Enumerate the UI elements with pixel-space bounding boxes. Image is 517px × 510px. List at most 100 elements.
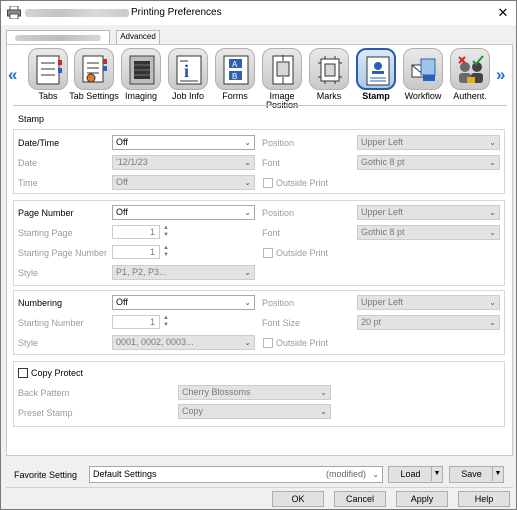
page-style-select[interactable]: P1, P2, P3... ⌄ <box>112 265 255 280</box>
nav-forms-button[interactable]: AB Forms <box>212 46 258 108</box>
chevron-down-icon: ⌄ <box>489 318 496 327</box>
nav-label-workflow: Workflow <box>404 91 442 101</box>
nav-tab-settings-button[interactable]: Tab Settings <box>69 46 119 108</box>
preset-stamp-label: Preset Stamp <box>18 408 73 418</box>
page-position-value: Upper Left <box>361 207 404 217</box>
chevron-down-icon: ⌄ <box>489 298 496 307</box>
time-label: Time <box>18 178 38 188</box>
nav-image-position-button[interactable]: Image Position <box>259 46 305 110</box>
workflow-icon <box>411 58 436 81</box>
chevron-down-icon: ⌄ <box>489 158 496 167</box>
chevron-down-icon: ⌄ <box>244 298 251 307</box>
nav-marks-button[interactable]: Marks <box>306 46 352 108</box>
tab-advanced[interactable]: Advanced <box>116 30 160 44</box>
favorite-setting-select[interactable]: Default Settings (modified) ⌄ <box>89 466 383 483</box>
apply-button[interactable]: Apply <box>396 491 448 507</box>
help-button[interactable]: Help <box>458 491 510 507</box>
favorite-setting-label: Favorite Setting <box>14 470 78 480</box>
redacted-tab-label <box>15 35 101 41</box>
chevron-right-double-icon[interactable]: » <box>496 65 505 85</box>
datetime-position-label: Position <box>262 138 295 148</box>
nav-authentication-button[interactable]: Authent. <box>447 46 493 108</box>
chevron-down-icon: ⌄ <box>244 138 251 147</box>
numbering-style-select[interactable]: 0001, 0002, 0003... ⌄ <box>112 335 255 350</box>
numbering-select[interactable]: Off ⌄ <box>112 295 255 310</box>
starting-page-stepper[interactable]: ▲ ▼ <box>161 225 171 239</box>
page-font-select[interactable]: Gothic 8 pt ⌄ <box>357 225 500 240</box>
copy-protect-label: Copy Protect <box>31 368 84 378</box>
nav-stamp-button[interactable]: Stamp <box>353 46 399 108</box>
numbering-position-select[interactable]: Upper Left ⌄ <box>357 295 500 310</box>
close-icon[interactable]: ✕ <box>494 4 512 22</box>
svg-text:i: i <box>184 61 189 81</box>
starting-number-stepper[interactable]: ▲ ▼ <box>161 315 171 329</box>
chevron-down-icon: ⌄ <box>489 208 496 217</box>
job-info-icon: i <box>176 55 202 85</box>
spin-up-icon: ▲ <box>163 245 169 251</box>
load-dropdown-icon[interactable]: ▼ <box>431 467 442 481</box>
nav-label-imaging: Imaging <box>124 91 158 101</box>
spin-up-icon: ▲ <box>163 225 169 231</box>
page-font-value: Gothic 8 pt <box>361 227 405 237</box>
nav-imaging-button[interactable]: Imaging <box>118 46 164 108</box>
page-number-select[interactable]: Off ⌄ <box>112 205 255 220</box>
page-font-label: Font <box>262 228 281 238</box>
datetime-font-select[interactable]: Gothic 8 pt ⌄ <box>357 155 500 170</box>
page-position-label: Position <box>262 208 295 218</box>
numbering-label: Numbering <box>18 298 63 308</box>
chevron-down-icon: ⌄ <box>320 388 327 397</box>
spin-down-icon: ▼ <box>163 252 169 258</box>
starting-number-label: Starting Number <box>18 318 84 328</box>
stamp-icon <box>366 56 390 86</box>
starting-page-number-label: Starting Page Number <box>18 248 108 258</box>
chevron-down-icon: ⌄ <box>244 208 251 217</box>
time-select[interactable]: Off ⌄ <box>112 175 255 190</box>
chevron-down-icon: ⌄ <box>244 158 251 167</box>
page-outside-print-checkbox[interactable] <box>263 248 273 258</box>
marks-icon <box>318 56 342 84</box>
datetime-position-value: Upper Left <box>361 137 404 147</box>
chevron-down-icon: ⌄ <box>372 470 379 479</box>
starting-page-number-stepper[interactable]: ▲ ▼ <box>161 245 171 259</box>
datetime-label: Date/Time <box>18 138 60 148</box>
page-number-value: Off <box>116 207 128 217</box>
starting-page-number-input[interactable]: 1 <box>112 245 160 259</box>
nav-workflow-button[interactable]: Workflow <box>400 46 446 108</box>
datetime-outside-print-checkbox[interactable] <box>263 178 273 188</box>
svg-text:A: A <box>232 60 238 69</box>
starting-number-input[interactable]: 1 <box>112 315 160 329</box>
section-title: Stamp <box>18 114 45 124</box>
nav-job-info-button[interactable]: i Job Info <box>165 46 211 108</box>
cancel-button[interactable]: Cancel <box>334 491 386 507</box>
datetime-select[interactable]: Off ⌄ <box>112 135 255 150</box>
font-size-value: 20 pt <box>361 317 382 327</box>
save-button[interactable]: Save ▼ <box>449 466 504 483</box>
starting-page-input[interactable]: 1 <box>112 225 160 239</box>
tab-redacted[interactable] <box>6 30 110 44</box>
datetime-value: Off <box>116 137 128 147</box>
starting-page-label: Starting Page <box>18 228 73 238</box>
window-title: Printing Preferences <box>131 7 222 18</box>
numbering-outside-print-checkbox[interactable] <box>263 338 273 348</box>
printer-icon <box>7 5 21 20</box>
nav-label-stamp: Stamp <box>362 91 390 101</box>
page-number-label: Page Number <box>18 208 74 218</box>
chevron-left-double-icon[interactable]: « <box>8 65 17 85</box>
date-select[interactable]: '12/1/23 ⌄ <box>112 155 255 170</box>
load-button[interactable]: Load ▼ <box>388 466 443 483</box>
page-style-label: Style <box>18 268 39 278</box>
load-label: Load <box>400 469 421 479</box>
ok-button[interactable]: OK <box>272 491 324 507</box>
spin-down-icon: ▼ <box>163 232 169 238</box>
preset-stamp-select[interactable]: Copy ⌄ <box>178 404 331 419</box>
font-size-select[interactable]: 20 pt ⌄ <box>357 315 500 330</box>
nav-tabs-button[interactable]: Tabs <box>25 46 71 108</box>
copy-protect-checkbox[interactable] <box>18 368 28 378</box>
spin-down-icon: ▼ <box>163 322 169 328</box>
back-pattern-select[interactable]: Cherry Blossoms ⌄ <box>178 385 331 400</box>
nav-label-tab-settings: Tab Settings <box>69 91 119 101</box>
footer-divider <box>6 487 513 488</box>
save-dropdown-icon[interactable]: ▼ <box>492 467 503 481</box>
datetime-position-select[interactable]: Upper Left ⌄ <box>357 135 500 150</box>
page-position-select[interactable]: Upper Left ⌄ <box>357 205 500 220</box>
